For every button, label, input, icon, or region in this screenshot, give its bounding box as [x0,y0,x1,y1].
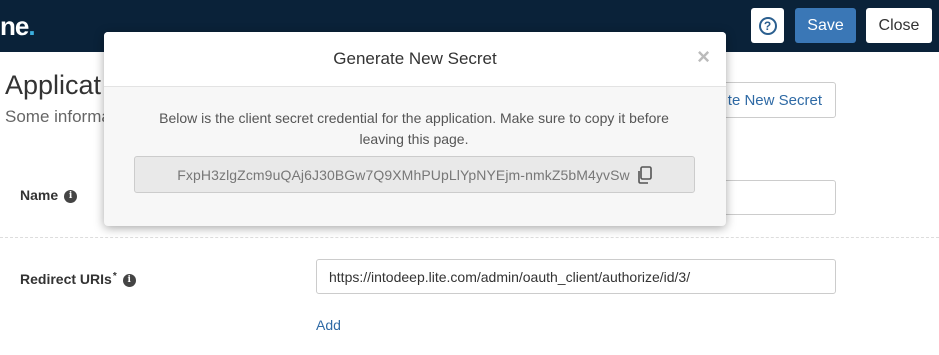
info-icon[interactable]: i [64,189,78,203]
page-title: Applicat [5,70,102,100]
copy-icon[interactable] [636,165,652,184]
modal-description: Below is the client secret credential fo… [159,110,669,147]
modal-title: Generate New Secret [333,49,497,68]
brand-logo: ne. [0,11,36,41]
info-icon[interactable]: i [122,273,136,287]
divider [0,237,939,238]
modal-header: Generate New Secret × [104,32,726,87]
question-icon: ? [758,16,777,35]
client-secret-field[interactable]: FxpH3zlgZcm9uQAj6J30BGw7Q9XMhPUpLlYpNYEj… [134,156,695,193]
save-button[interactable]: Save [795,8,856,43]
redirect-uris-label: Redirect URIs* i [20,271,136,287]
redirect-uri-input[interactable]: https://intodeep.lite.com/admin/oauth_cl… [316,259,836,294]
close-button[interactable]: Close [866,8,932,43]
required-marker: * [112,271,117,282]
add-uri-link[interactable]: Add [316,317,341,333]
name-label: Name i [20,187,78,203]
modal-close-icon[interactable]: × [697,46,710,68]
page-subtitle: Some informa [5,107,111,126]
generate-secret-modal: Generate New Secret × Below is the clien… [104,32,726,226]
help-button[interactable]: ? [751,8,784,43]
client-secret-value: FxpH3zlgZcm9uQAj6J30BGw7Q9XMhPUpLlYpNYEj… [177,166,630,183]
